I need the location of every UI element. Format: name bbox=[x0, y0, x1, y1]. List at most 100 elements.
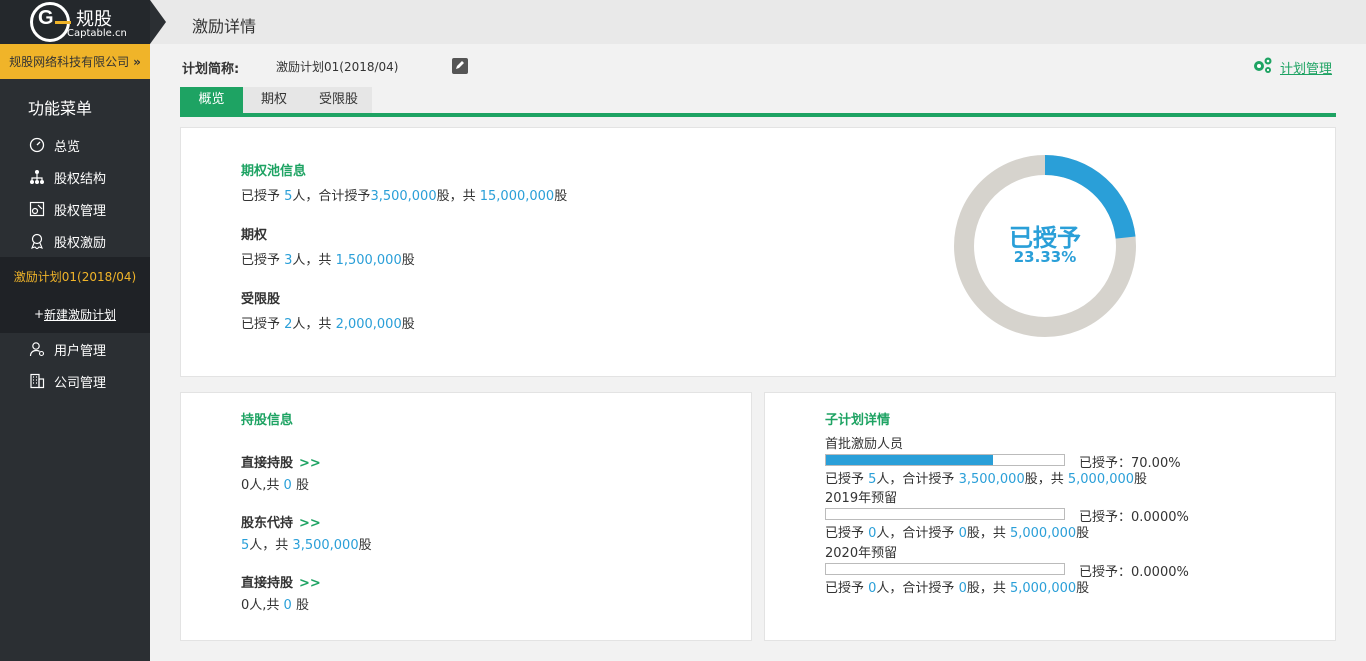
text: 人，共 bbox=[249, 538, 293, 553]
subplan-percent: 已授予：70.00% bbox=[1079, 456, 1181, 471]
menu-title: 功能菜单 bbox=[28, 99, 93, 118]
subplan-total: 5,000,000 bbox=[1067, 472, 1135, 487]
text: 股，共 bbox=[1024, 472, 1068, 487]
user-icon bbox=[28, 340, 46, 358]
restricted-shares: 2,000,000 bbox=[335, 317, 402, 332]
text: 人，合计授予 bbox=[876, 581, 959, 596]
holdings-title: 持股信息 bbox=[241, 413, 294, 428]
double-arrow-icon: >> bbox=[299, 456, 321, 471]
new-plan-link[interactable]: + 新建激励计划 bbox=[0, 295, 150, 333]
subplans-card: 子计划详情 首批激励人员 已授予：70.00% 已授予 5人，合计授予 3,50… bbox=[764, 392, 1336, 641]
building-icon bbox=[28, 372, 46, 390]
company-selector[interactable]: 规股网络科技有限公司 » bbox=[0, 44, 150, 79]
dashboard-icon bbox=[28, 136, 46, 154]
progress-fill bbox=[826, 454, 993, 465]
text: 股 bbox=[1076, 526, 1090, 541]
text: 人，共 bbox=[292, 253, 336, 268]
header-arrow bbox=[150, 0, 166, 44]
subplan-item[interactable]: 2020年预留 已授予：0.0000% 已授予 0人，合计授予 0股，共 5,0… bbox=[825, 542, 1245, 596]
logo[interactable]: G 规股 Captable.cn bbox=[0, 0, 150, 44]
text: 已授予 bbox=[241, 189, 285, 204]
tab-options[interactable]: 期权 bbox=[243, 87, 305, 113]
sidebar-item-label: 总览 bbox=[54, 139, 81, 155]
restricted-summary: 已授予 2人，共 2,000,000股 bbox=[241, 313, 415, 332]
incentive-submenu: 激励计划01(2018/04) + 新建激励计划 bbox=[0, 257, 150, 333]
tab-restricted-stock[interactable]: 受限股 bbox=[305, 87, 372, 113]
plan-name-row: 计划简称: 激励计划01(2018/04) bbox=[182, 58, 399, 77]
text: 已授予 bbox=[825, 526, 869, 541]
submenu-item-plan-01[interactable]: 激励计划01(2018/04) bbox=[0, 257, 150, 295]
plan-value: 激励计划01(2018/04) bbox=[276, 60, 399, 74]
pool-title: 期权池信息 bbox=[241, 164, 307, 179]
plan-management-link[interactable]: 计划管理 bbox=[1252, 56, 1332, 79]
text: 股 bbox=[1076, 581, 1090, 596]
holding-row-nominee[interactable]: 股东代持 >> 5人，共 3,500,000股 bbox=[241, 512, 372, 553]
text: 股，共 bbox=[966, 526, 1010, 541]
subplans-title: 子计划详情 bbox=[825, 413, 891, 428]
sidebar-item-label: 用户管理 bbox=[54, 343, 107, 359]
award-icon bbox=[28, 232, 46, 250]
subplan-item[interactable]: 2019年预留 已授予：0.0000% 已授予 0人，合计授予 0股，共 5,0… bbox=[825, 487, 1245, 541]
text: 股 bbox=[401, 253, 415, 268]
gears-icon bbox=[1252, 56, 1274, 79]
text: 股 bbox=[291, 478, 309, 493]
holdings-card: 持股信息 直接持股 >> 0人,共 0 股 股东代持 >> 5人，共 3,500,0… bbox=[180, 392, 752, 641]
text: 股 bbox=[401, 317, 415, 332]
subplan-granted: 0 bbox=[958, 581, 967, 596]
text: 人,共 bbox=[249, 598, 284, 613]
subplan-name: 首批激励人员 bbox=[825, 437, 904, 452]
logo-letter: G bbox=[38, 7, 54, 29]
subplan-progress-bar bbox=[825, 507, 1065, 520]
subplan-percent: 已授予：0.0000% bbox=[1079, 510, 1189, 525]
tab-bar: 概览 期权 受限股 bbox=[180, 87, 1336, 117]
top-header: 激励详情 bbox=[150, 0, 1366, 44]
plus-text: + bbox=[33, 307, 45, 321]
sidebar-item-users[interactable]: 用户管理 bbox=[0, 333, 150, 365]
chevron-right-double-icon: » bbox=[133, 54, 141, 69]
sidebar-item-label: 股权管理 bbox=[54, 203, 107, 219]
company-name: 规股网络科技有限公司 bbox=[9, 55, 130, 69]
text: 股 bbox=[1134, 472, 1148, 487]
holding-shares: 0 bbox=[283, 598, 292, 613]
text: 已授予 bbox=[241, 317, 285, 332]
subplan-progress-bar bbox=[825, 453, 1065, 466]
holding-title: 直接持股 bbox=[241, 456, 294, 471]
subplan-item[interactable]: 首批激励人员 已授予：70.00% 已授予 5人，合计授予 3,500,000股… bbox=[825, 433, 1245, 487]
double-arrow-icon: >> bbox=[299, 516, 321, 531]
text: 股 bbox=[291, 598, 309, 613]
subplan-percent: 已授予：0.0000% bbox=[1079, 565, 1189, 580]
page-title: 激励详情 bbox=[192, 17, 257, 36]
sidebar-item-overview[interactable]: 总览 bbox=[0, 129, 150, 161]
sidebar-item-equity-incentive[interactable]: 股权激励 bbox=[0, 225, 150, 257]
sidebar-item-label: 公司管理 bbox=[54, 375, 107, 391]
total-shares: 15,000,000 bbox=[479, 189, 555, 204]
sidebar-item-label: 股权结构 bbox=[54, 171, 107, 187]
text: 人,共 bbox=[249, 478, 284, 493]
sidebar-item-structure[interactable]: 股权结构 bbox=[0, 161, 150, 193]
text: 已授予 bbox=[241, 253, 285, 268]
subplan-progress-bar bbox=[825, 562, 1065, 575]
tab-overview[interactable]: 概览 bbox=[180, 87, 243, 113]
pencil-icon bbox=[455, 59, 466, 73]
sidebar-item-company[interactable]: 公司管理 bbox=[0, 365, 150, 397]
edit-plan-button[interactable] bbox=[452, 58, 468, 74]
text: 股 bbox=[358, 538, 372, 553]
option-shares: 1,500,000 bbox=[335, 253, 402, 268]
text: 股 bbox=[554, 189, 568, 204]
holding-title: 股东代持 bbox=[241, 516, 294, 531]
holding-row-direct-2[interactable]: 直接持股 >> 0人,共 0 股 bbox=[241, 572, 321, 613]
text: 已授予 bbox=[825, 581, 869, 596]
sidebar-item-equity-management[interactable]: 股权管理 bbox=[0, 193, 150, 225]
sidebar-item-label: 股权激励 bbox=[54, 235, 107, 251]
granted-donut-chart: 已授予 23.33% bbox=[953, 154, 1137, 338]
option-summary: 已授予 3人，共 1,500,000股 bbox=[241, 249, 415, 268]
option-title: 期权 bbox=[241, 228, 268, 243]
logo-subtitle: Captable.cn bbox=[67, 28, 127, 39]
plan-management-label: 计划管理 bbox=[1279, 62, 1332, 77]
sidebar: G 规股 Captable.cn 规股网络科技有限公司 » 功能菜单 总览 股权… bbox=[0, 0, 150, 661]
text: 人，共 bbox=[292, 317, 336, 332]
text: 股，共 bbox=[966, 581, 1010, 596]
option-pool-card: 期权池信息 已授予 5人，合计授予3,500,000股，共 15,000,000… bbox=[180, 127, 1336, 377]
subplan-name: 2020年预留 bbox=[825, 546, 898, 561]
holding-row-direct[interactable]: 直接持股 >> 0人,共 0 股 bbox=[241, 452, 321, 493]
